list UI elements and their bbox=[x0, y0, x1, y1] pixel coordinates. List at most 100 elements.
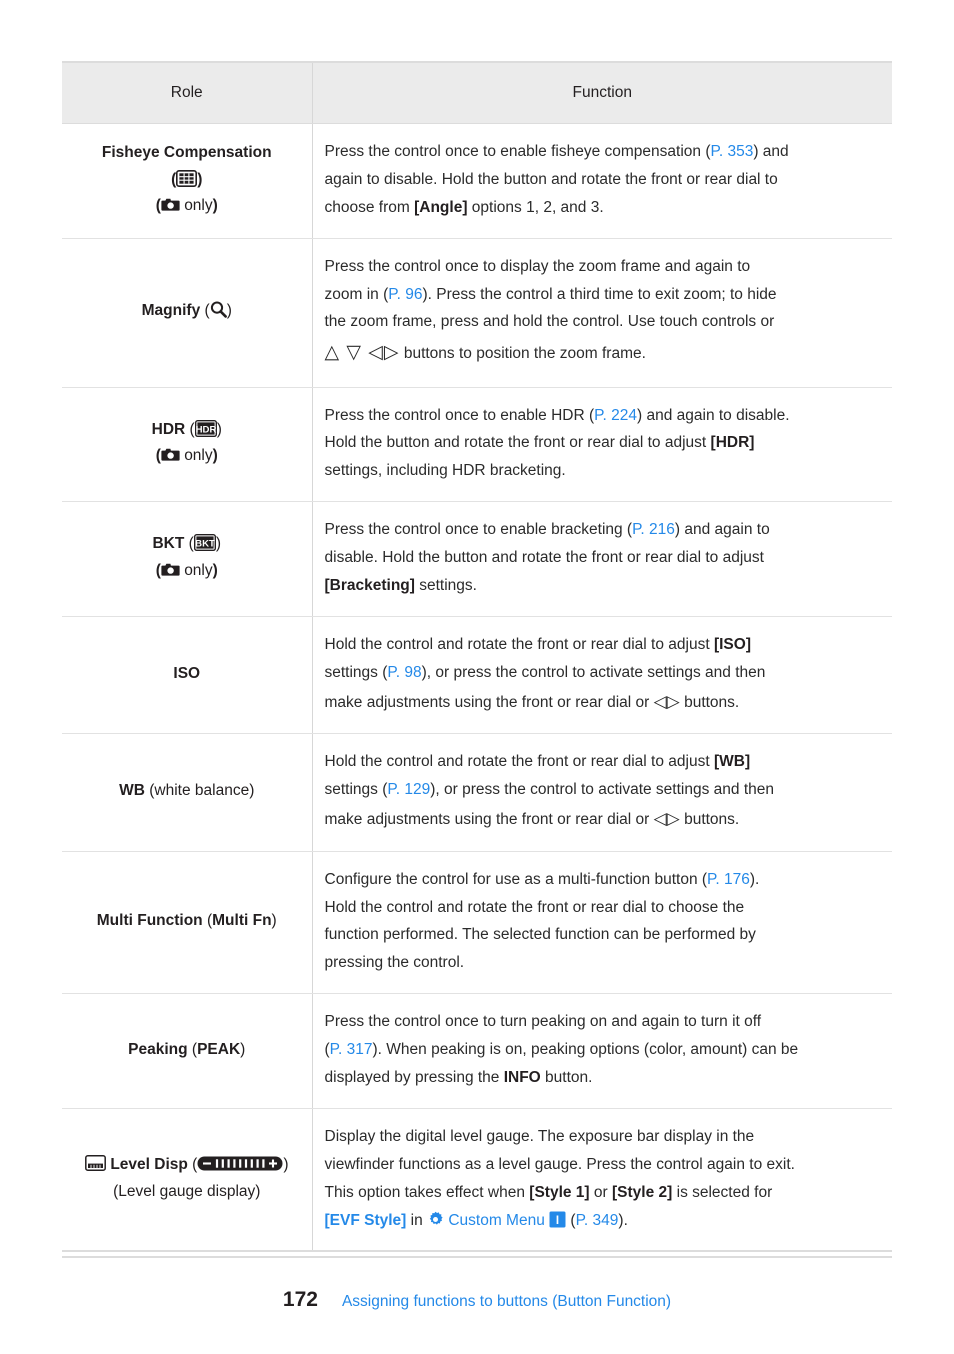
setting-name: [Style 1] bbox=[529, 1183, 590, 1201]
role-cell-peaking: Peaking (PEAK) bbox=[62, 993, 313, 1109]
table-row: BKT (BKT) ( only) Press the control once… bbox=[62, 501, 892, 617]
column-header-role: Role bbox=[62, 61, 313, 124]
function-line: Press the control once to enable bracket… bbox=[324, 521, 770, 539]
bkt-badge-icon: BKT bbox=[193, 534, 216, 552]
function-line: Press the control once to turn peaking o… bbox=[324, 1013, 762, 1031]
level-display-icon bbox=[85, 1155, 106, 1171]
page-link[interactable]: P. 129 bbox=[387, 781, 430, 798]
still-camera-icon bbox=[161, 447, 180, 462]
role-label: BKT bbox=[152, 535, 185, 553]
document-page: Role Function Fisheye Compensation () ( … bbox=[0, 0, 954, 1354]
custom-menu-label: Custom Menu bbox=[448, 1211, 545, 1229]
role-label: Magnify bbox=[141, 302, 201, 320]
role-label: Multi Function bbox=[96, 912, 203, 930]
function-line: settings (P. 129), or press the control … bbox=[324, 781, 775, 799]
page-link[interactable]: P. 349 bbox=[576, 1212, 619, 1229]
custom-menu-badge-i-icon: I bbox=[549, 1211, 566, 1228]
role-label: Fisheye Compensation bbox=[101, 143, 272, 161]
setting-name: [Angle] bbox=[414, 198, 468, 216]
function-line: △ ▽ ◁▷ buttons to position the zoom fram… bbox=[324, 342, 646, 364]
role-label: WB bbox=[119, 782, 145, 800]
svg-text:BKT: BKT bbox=[195, 539, 215, 550]
role-label: Level Disp bbox=[110, 1155, 188, 1173]
role-cell-level-disp: Level Disp () (Level gauge display) bbox=[62, 1108, 313, 1253]
function-line: [Bracketing] settings. bbox=[324, 576, 477, 594]
function-line: Press the control once to display the zo… bbox=[324, 257, 751, 275]
fisheye-compensation-icon bbox=[176, 169, 198, 187]
page-link[interactable]: P. 216 bbox=[632, 521, 675, 538]
button-function-table: Role Function Fisheye Compensation () ( … bbox=[62, 61, 892, 1253]
function-line: function performed. The selected functio… bbox=[324, 926, 756, 944]
page-footer: 172 Assigning functions to buttons (Butt… bbox=[62, 1288, 892, 1318]
function-line: Hold the button and rotate the front or … bbox=[324, 434, 755, 452]
page-link[interactable]: P. 224 bbox=[594, 407, 637, 424]
function-line: displayed by pressing the INFO button. bbox=[324, 1068, 593, 1086]
footer-divider bbox=[62, 1256, 892, 1258]
function-cell-wb: Hold the control and rotate the front or… bbox=[312, 733, 892, 852]
role-cell-iso: ISO bbox=[62, 616, 313, 735]
function-cell-multi-function: Configure the control for use as a multi… bbox=[312, 851, 892, 995]
function-cell-bkt: Press the control once to enable bracket… bbox=[312, 501, 892, 617]
role-sub: (Level gauge display) bbox=[113, 1182, 261, 1200]
role-note: only bbox=[184, 562, 213, 580]
table-row: Peaking (PEAK) Press the control once to… bbox=[62, 993, 892, 1109]
role-cell-magnify: Magnify () bbox=[62, 238, 313, 388]
function-line: disable. Hold the button and rotate the … bbox=[324, 549, 764, 567]
setting-name: [ISO] bbox=[713, 635, 751, 653]
svg-text:HDR: HDR bbox=[195, 424, 216, 435]
function-line: Hold the control and rotate the front or… bbox=[324, 635, 751, 653]
function-cell-magnify: Press the control once to display the zo… bbox=[312, 238, 892, 388]
footer-section-title[interactable]: Assigning functions to buttons (Button F… bbox=[342, 1293, 671, 1311]
role-cell-wb: WB (white balance) bbox=[62, 733, 313, 852]
still-camera-icon bbox=[161, 197, 180, 212]
function-line: Press the control once to enable HDR (P.… bbox=[324, 406, 790, 424]
function-line: Configure the control for use as a multi… bbox=[324, 870, 760, 888]
function-line: settings (P. 98), or press the control t… bbox=[324, 663, 766, 681]
page-link[interactable]: P. 98 bbox=[387, 664, 421, 681]
role-cell-hdr: HDR (HDR) ( only) bbox=[62, 387, 313, 503]
page-link[interactable]: P. 353 bbox=[711, 143, 754, 160]
table-row: HDR (HDR) ( only) Press the control once… bbox=[62, 387, 892, 503]
function-line: choose from [Angle] options 1, 2, and 3. bbox=[324, 198, 604, 216]
function-line: make adjustments using the front or rear… bbox=[324, 809, 740, 829]
table-row: WB (white balance) Hold the control and … bbox=[62, 733, 892, 852]
hdr-badge-icon: HDR bbox=[194, 419, 217, 437]
role-label: ISO bbox=[173, 664, 201, 682]
setting-name: [HDR] bbox=[710, 434, 755, 452]
magnify-icon bbox=[210, 301, 227, 318]
function-cell-hdr: Press the control once to enable HDR (P.… bbox=[312, 387, 892, 503]
role-paren-bold: Multi Fn bbox=[212, 912, 272, 930]
role-label: HDR bbox=[151, 420, 186, 438]
role-note: only bbox=[184, 197, 213, 215]
still-camera-icon bbox=[161, 562, 180, 577]
function-cell-fisheye-compensation: Press the control once to enable fisheye… bbox=[312, 123, 892, 239]
table-row: Fisheye Compensation () ( only) Press th… bbox=[62, 123, 892, 239]
button-name: INFO bbox=[503, 1068, 541, 1086]
function-line: Hold the control and rotate the front or… bbox=[324, 898, 745, 916]
function-cell-iso: Hold the control and rotate the front or… bbox=[312, 616, 892, 735]
role-cell-bkt: BKT (BKT) ( only) bbox=[62, 501, 313, 617]
function-line: settings, including HDR bracketing. bbox=[324, 462, 566, 480]
function-line: zoom in (P. 96). Press the control a thi… bbox=[324, 285, 777, 303]
left-right-arrow-icons: ◁▷ bbox=[653, 809, 680, 829]
role-label: Peaking bbox=[128, 1040, 188, 1058]
function-line: [EVF Style] in Custom Menu I (P. 349). bbox=[324, 1211, 628, 1229]
function-line: again to disable. Hold the button and ro… bbox=[324, 170, 778, 188]
page-link[interactable]: P. 317 bbox=[330, 1041, 373, 1058]
table-row: ISO Hold the control and rotate the fron… bbox=[62, 616, 892, 735]
setting-name: [Bracketing] bbox=[324, 576, 415, 594]
setting-name: [WB] bbox=[713, 753, 751, 771]
function-cell-level-disp: Display the digital level gauge. The exp… bbox=[312, 1108, 892, 1253]
page-link[interactable]: P. 176 bbox=[707, 871, 750, 888]
role-note: only bbox=[184, 447, 213, 465]
function-cell-peaking: Press the control once to turn peaking o… bbox=[312, 993, 892, 1109]
evf-style-link[interactable]: [EVF Style] bbox=[325, 1212, 407, 1229]
function-line: Press the control once to enable fisheye… bbox=[324, 143, 789, 160]
role-cell-multi-function: Multi Function (Multi Fn) bbox=[62, 851, 313, 995]
table-row: Level Disp () (Level gauge display) Disp… bbox=[62, 1108, 892, 1253]
page-link[interactable]: P. 96 bbox=[388, 286, 422, 303]
role-cell-fisheye-compensation: Fisheye Compensation () ( only) bbox=[62, 123, 313, 239]
function-line: (P. 317). When peaking is on, peaking op… bbox=[324, 1041, 799, 1059]
table-row: Multi Function (Multi Fn) Configure the … bbox=[62, 851, 892, 995]
function-line: pressing the control. bbox=[324, 954, 465, 972]
